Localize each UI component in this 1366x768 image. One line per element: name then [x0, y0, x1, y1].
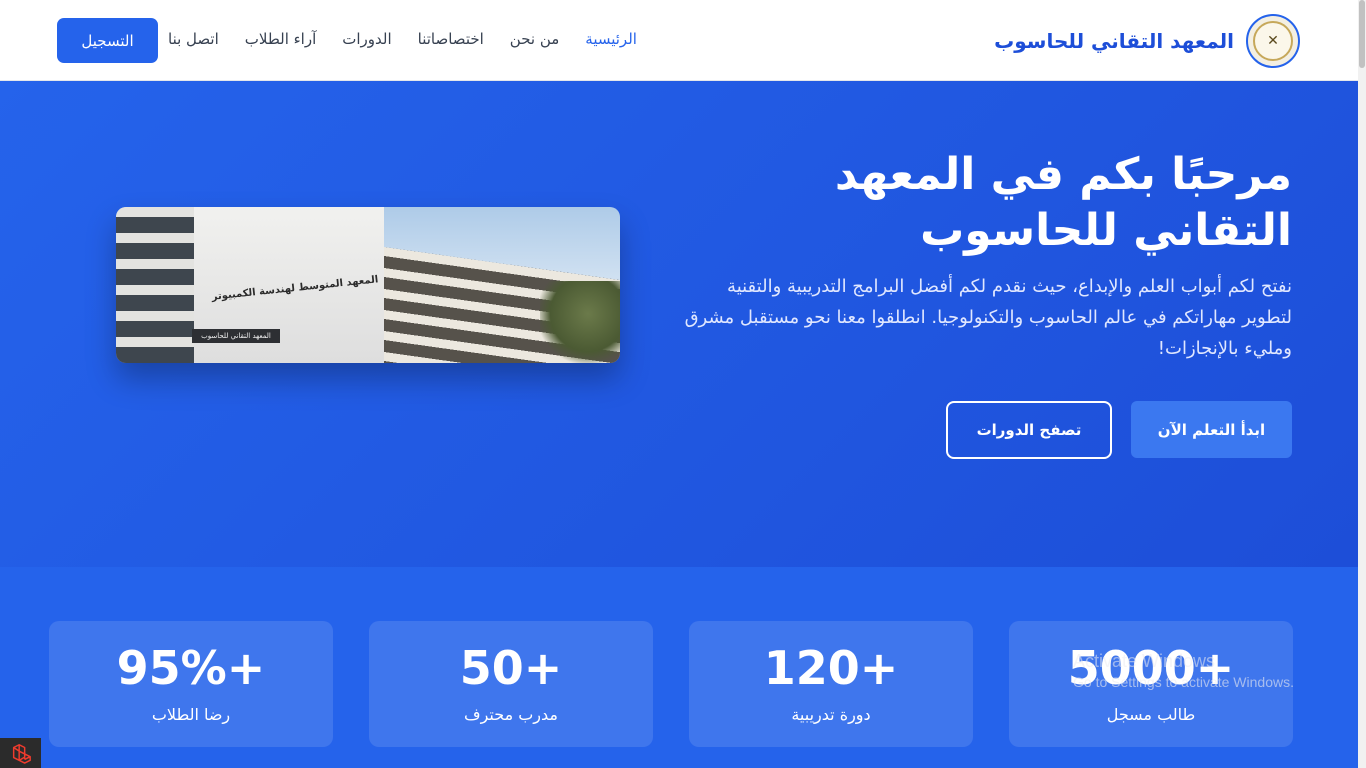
- stat-card-satisfaction: 95%+ رضا الطلاب: [49, 621, 333, 747]
- institute-building-image: المعهد المتوسط لهندسة الكمبيوتر المعهد ا…: [116, 207, 620, 363]
- laravel-logo-icon: [12, 744, 31, 764]
- hero-title: مرحبًا بكم في المعهد التقاني للحاسوب: [834, 149, 1292, 256]
- building-sign-small: المعهد التقاني للحاسوب: [192, 329, 280, 343]
- windows-activation-watermark: Activate Windows Go to Settings to activ…: [1073, 651, 1294, 690]
- hero-section: مرحبًا بكم في المعهد التقاني للحاسوب نفت…: [0, 81, 1358, 567]
- page-scrollbar[interactable]: [1358, 0, 1366, 768]
- watermark-title: Activate Windows: [1073, 651, 1216, 671]
- watermark-subtitle: Go to Settings to activate Windows.: [1073, 674, 1294, 690]
- building-left-facade: [116, 207, 194, 363]
- institute-logo: ✕: [1246, 14, 1300, 68]
- stat-value: 95%+: [116, 641, 266, 695]
- trees: [540, 281, 620, 363]
- hero-description: نفتح لكم أبواب العلم والإبداع، حيث نقدم …: [684, 276, 1292, 359]
- nav-link-testimonials[interactable]: آراء الطلاب: [245, 30, 317, 48]
- nav-link-specializations[interactable]: اختصاصاتنا: [418, 30, 484, 48]
- stat-label: دورة تدريبية: [791, 705, 871, 724]
- nav-link-contact[interactable]: اتصل بنا: [168, 30, 219, 48]
- stat-label: رضا الطلاب: [151, 705, 231, 724]
- stat-value: 120+: [763, 641, 899, 695]
- nav-link-courses[interactable]: الدورات: [342, 30, 391, 48]
- site-header: ✕ المعهد التقاني للحاسوب الرئيسية من نحن…: [0, 0, 1358, 81]
- stat-card-trainers: 50+ مدرب محترف: [369, 621, 653, 747]
- stat-label: طالب مسجل: [1106, 705, 1196, 724]
- nav-link-home[interactable]: الرئيسية: [585, 30, 637, 48]
- start-learning-button[interactable]: ابدأ التعلم الآن: [1131, 401, 1292, 458]
- stat-card-courses: 120+ دورة تدريبية: [689, 621, 973, 747]
- institute-seal-icon: ✕: [1253, 21, 1293, 61]
- brand[interactable]: ✕ المعهد التقاني للحاسوب: [994, 14, 1300, 68]
- stat-value: 50+: [459, 641, 563, 695]
- brand-name: المعهد التقاني للحاسوب: [994, 29, 1234, 53]
- stat-label: مدرب محترف: [464, 705, 558, 724]
- register-button[interactable]: التسجيل: [57, 18, 158, 63]
- scrollbar-thumb[interactable]: [1359, 0, 1365, 68]
- browse-courses-button[interactable]: تصفح الدورات: [946, 401, 1112, 459]
- main-nav: الرئيسية من نحن اختصاصاتنا الدورات آراء …: [168, 30, 637, 48]
- laravel-icon[interactable]: [0, 738, 41, 768]
- nav-link-about[interactable]: من نحن: [510, 30, 560, 48]
